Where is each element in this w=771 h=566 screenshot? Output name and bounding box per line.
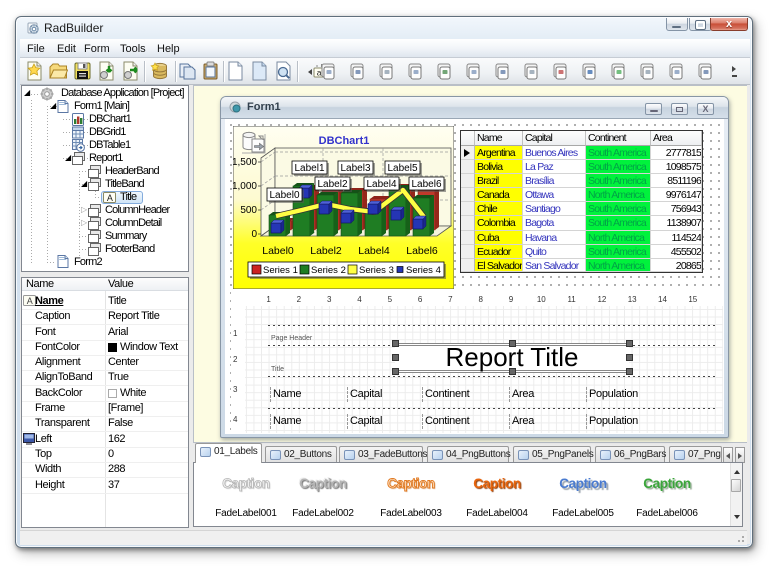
svg-text:0: 0: [251, 229, 257, 240]
svg-text:Label0: Label0: [269, 190, 299, 201]
svg-text:DBChart1: DBChart1: [319, 135, 370, 147]
svg-text:Label4: Label4: [358, 245, 390, 257]
svg-text:A: A: [27, 296, 33, 306]
svg-text:500: 500: [240, 205, 257, 216]
svg-text:Label2: Label2: [317, 179, 347, 190]
svg-text:Label4: Label4: [366, 179, 396, 190]
svg-text:Series 3: Series 3: [359, 265, 394, 276]
svg-text:Series 1: Series 1: [263, 265, 298, 276]
svg-text:Label2: Label2: [310, 245, 342, 257]
svg-text:Label6: Label6: [411, 179, 441, 190]
svg-text:Label1: Label1: [294, 163, 324, 174]
svg-text:Label0: Label0: [262, 245, 294, 257]
svg-text:Series 4: Series 4: [406, 265, 441, 276]
svg-text:A: A: [107, 193, 113, 203]
svg-text:1,000: 1,000: [233, 181, 257, 192]
svg-text:Series 2: Series 2: [311, 265, 346, 276]
svg-text:Label6: Label6: [406, 245, 438, 257]
svg-text:Label5: Label5: [387, 163, 417, 174]
svg-text:Label3: Label3: [340, 163, 370, 174]
svg-text:1,500: 1,500: [233, 157, 257, 168]
